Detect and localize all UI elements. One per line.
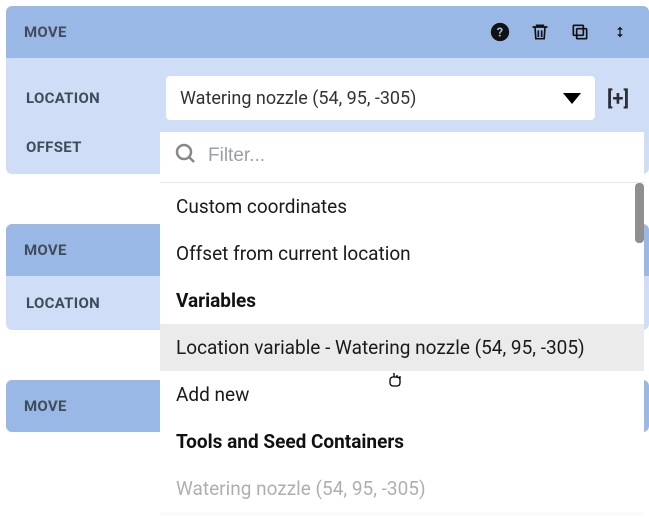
location-dropdown: Custom coordinates Offset from current l… [160,132,644,512]
location-select-value: Watering nozzle (54, 95, -305) [180,88,416,109]
card-header: MOVE ? [6,6,649,58]
dropdown-item-custom-coordinates[interactable]: Custom coordinates [160,183,644,230]
dropdown-filter [160,132,644,183]
location-row: LOCATION Watering nozzle (54, 95, -305) … [26,76,629,120]
chevron-down-icon [563,93,581,104]
scrollbar-thumb[interactable] [635,183,644,243]
card-title: MOVE [24,23,67,41]
dropdown-item-add-new[interactable]: Add new [160,371,644,418]
help-icon[interactable]: ? [489,21,511,43]
reorder-icon[interactable] [609,21,631,43]
offset-label: OFFSET [26,138,166,156]
location-label: LOCATION [26,294,166,312]
dropdown-list: Custom coordinates Offset from current l… [160,183,644,512]
dropdown-item-offset-from-current[interactable]: Offset from current location [160,230,644,277]
dropdown-heading-variables: Variables [160,277,644,324]
search-icon [174,142,198,170]
dropdown-item-location-variable[interactable]: Location variable - Watering nozzle (54,… [160,324,644,371]
card-actions: ? [489,21,631,43]
card-title: MOVE [24,397,67,415]
add-location-button[interactable]: [+] [607,86,629,110]
filter-input[interactable] [208,145,630,167]
copy-icon[interactable] [569,21,591,43]
location-select[interactable]: Watering nozzle (54, 95, -305) [166,76,595,120]
card-title: MOVE [24,241,67,259]
dropdown-item-watering-nozzle[interactable]: Watering nozzle (54, 95, -305) [160,465,644,512]
trash-icon[interactable] [529,21,551,43]
svg-text:?: ? [497,26,503,41]
dropdown-heading-tools: Tools and Seed Containers [160,418,644,465]
location-label: LOCATION [26,89,166,107]
